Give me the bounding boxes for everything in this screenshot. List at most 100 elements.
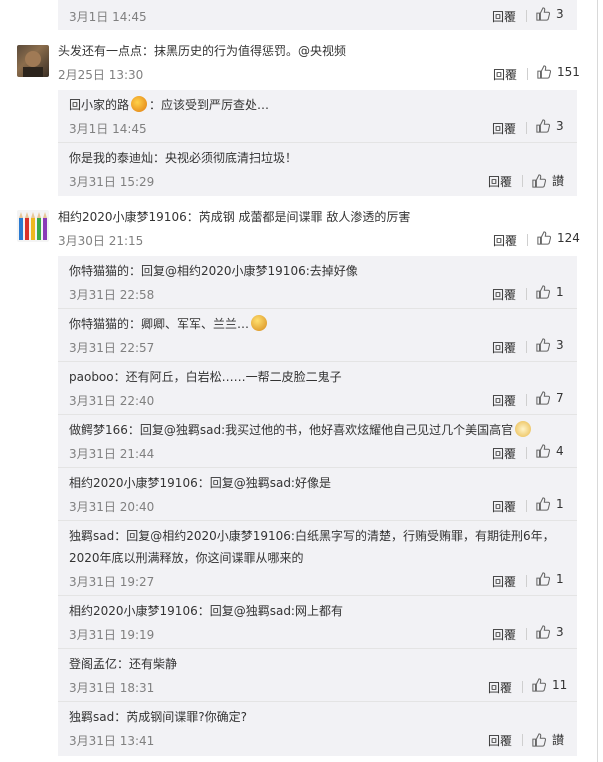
reply-item: 相约2020小康梦19106：回复@独羁sad:网上都有 3月31日 19:19…	[58, 596, 577, 649]
reply-time: 3月31日 22:58	[69, 288, 155, 302]
reply-time: 3月31日 20:40	[69, 500, 155, 514]
reply-button[interactable]: 回覆	[492, 626, 516, 643]
reply-item: 登阁孟亿：还有柴静 3月31日 18:31 回覆 11	[58, 649, 577, 702]
reply-button[interactable]: 回覆	[492, 339, 516, 356]
like-button[interactable]: 3	[536, 338, 564, 352]
like-button[interactable]: 124	[537, 231, 580, 245]
reply-time: 3月31日 13:41	[69, 734, 155, 748]
separator	[527, 234, 528, 246]
reply-body: 相约2020小康梦19106：回复@独羁sad:好像是	[69, 476, 331, 490]
like-button[interactable]: 151	[537, 65, 580, 79]
thumbs-up-icon	[536, 7, 550, 21]
separator	[526, 500, 527, 512]
reply-body: 独羁sad：回复@相约2020小康梦19106:白纸黑字写的清楚，行贿受贿罪，有…	[69, 529, 555, 543]
separator	[522, 734, 523, 746]
reply-item: 回小家的路 ：应该受到严厉查处… 3月1日 14:45 回覆 3	[58, 90, 577, 143]
thumbs-up-icon	[536, 572, 550, 586]
reply-text: 做鳄梦166：回复@独羁sad:我买过他的书，他好喜欢炫耀他自己见过几个美国高官	[69, 419, 533, 441]
like-count: 3	[556, 625, 564, 639]
reply-item: 你特猫猫的：回复@相约2020小康梦19106:去掉好像 3月31日 22:58…	[58, 256, 577, 309]
scroll-divider	[597, 0, 598, 762]
like-button[interactable]: 1	[536, 285, 564, 299]
like-button[interactable]: 11	[532, 678, 567, 692]
reply-button[interactable]: 回覆	[492, 8, 516, 25]
thumbs-up-icon	[532, 173, 546, 188]
reply-time: 3月31日 15:29	[69, 175, 155, 189]
like-button[interactable]: 3	[536, 119, 564, 133]
reply-button[interactable]: 回覆	[493, 232, 517, 249]
like-button[interactable]: 3	[536, 625, 564, 639]
reply-button[interactable]: 回覆	[488, 173, 512, 190]
comment-time: 3月30日 21:15	[58, 234, 144, 248]
separator	[526, 628, 527, 640]
reply-body: 你特猫猫的：卿卿、军军、兰兰…	[69, 317, 250, 331]
like-button[interactable]: 讃	[532, 731, 564, 748]
like-button[interactable]: 3	[536, 7, 564, 21]
reply-button[interactable]: 回覆	[492, 573, 516, 590]
reply-body: 做鳄梦166：回复@独羁sad:我买过他的书，他好喜欢炫耀他自己见过几个美国高官	[69, 423, 514, 437]
comment-time: 2月25日 13:30	[58, 68, 144, 82]
like-count: 124	[557, 231, 580, 245]
reply-text: 登阁孟亿：还有柴静	[69, 653, 177, 675]
reply-button[interactable]: 回覆	[488, 679, 512, 696]
reply-item: 你是我的泰迪灿：央视必须彻底清扫垃圾！ 3月31日 15:29 回覆 讃	[58, 143, 577, 196]
reply-item: 做鳄梦166：回复@独羁sad:我买过他的书，他好喜欢炫耀他自己见过几个美国高官…	[58, 415, 577, 468]
separator	[526, 341, 527, 353]
reply-body: 独羁sad：芮成钢间谍罪?你确定?	[69, 710, 247, 724]
thumbs-up-icon	[537, 65, 551, 79]
thumbs-up-icon	[536, 625, 550, 639]
avatar[interactable]	[17, 45, 49, 77]
thumbs-up-icon	[536, 338, 550, 352]
thumbs-up-icon	[536, 497, 550, 511]
emoji-icon	[131, 96, 148, 112]
like-count: 讃	[552, 733, 565, 747]
like-button[interactable]: 4	[536, 444, 564, 458]
reply-text: paoboo：还有阿丘，白岩松……一帮二皮脸二鬼子	[69, 366, 342, 388]
like-button[interactable]: 1	[536, 497, 564, 511]
separator	[526, 575, 527, 587]
reply-author[interactable]: 回小家的路	[69, 98, 129, 112]
reply-button[interactable]: 回覆	[492, 445, 516, 462]
separator	[526, 447, 527, 459]
reply-button[interactable]: 回覆	[492, 498, 516, 515]
reply-body: 相约2020小康梦19106：回复@独羁sad:网上都有	[69, 604, 343, 618]
reply-time: 3月31日 21:44	[69, 447, 155, 461]
reply-button[interactable]: 回覆	[488, 732, 512, 749]
thumbs-up-icon	[532, 678, 546, 692]
like-button[interactable]: 1	[536, 572, 564, 586]
reply-body: ：央视必须彻底清扫垃圾！	[153, 151, 298, 165]
reply-body: 你特猫猫的：回复@相约2020小康梦19106:去掉好像	[69, 264, 358, 278]
like-count: 1	[556, 285, 564, 299]
reply-item: paoboo：还有阿丘，白岩松……一帮二皮脸二鬼子 3月31日 22:40 回覆…	[58, 362, 577, 415]
reply-time: 3月31日 22:40	[69, 394, 155, 408]
like-count: 3	[556, 7, 564, 21]
thumbs-up-icon	[532, 732, 546, 747]
reply-text: 你是我的泰迪灿：央视必须彻底清扫垃圾！	[69, 147, 297, 169]
like-count: 4	[556, 444, 564, 458]
reply-button[interactable]: 回覆	[492, 392, 516, 409]
reply-body: paoboo：还有阿丘，白岩松……一帮二皮脸二鬼子	[69, 370, 342, 384]
colored-pencils-icon	[19, 212, 47, 240]
like-count: 讃	[552, 174, 565, 188]
separator	[526, 10, 527, 22]
like-button[interactable]: 7	[536, 391, 564, 405]
reply-button[interactable]: 回覆	[492, 120, 516, 137]
reply-body: 登阁孟亿：还有柴静	[69, 657, 178, 671]
thumbs-up-icon	[536, 391, 550, 405]
reply-time: 3月31日 22:57	[69, 341, 155, 355]
avatar[interactable]	[17, 210, 49, 242]
reply-time: 3月1日 14:45	[69, 122, 147, 136]
thumbs-up-icon	[536, 285, 550, 299]
like-count: 1	[556, 572, 564, 586]
separator	[526, 122, 527, 134]
thumbs-up-icon	[536, 119, 550, 133]
reply-body: ：应该受到严厉查处…	[149, 98, 270, 112]
reply-button[interactable]: 回覆	[492, 286, 516, 303]
thumbs-up-icon	[536, 444, 550, 458]
reply-author[interactable]: 你是我的泰迪灿	[69, 151, 153, 165]
like-button[interactable]: 讃	[532, 172, 564, 189]
reply-text: 相约2020小康梦19106：回复@独羁sad:网上都有	[69, 600, 343, 622]
comment-text: 相约2020小康梦19106：芮成钢 成蕾都是间谍罪 敌人渗透的厉害	[58, 210, 411, 224]
reply-button[interactable]: 回覆	[493, 66, 517, 83]
reply-text: 你特猫猫的：卿卿、军军、兰兰…	[69, 313, 269, 335]
